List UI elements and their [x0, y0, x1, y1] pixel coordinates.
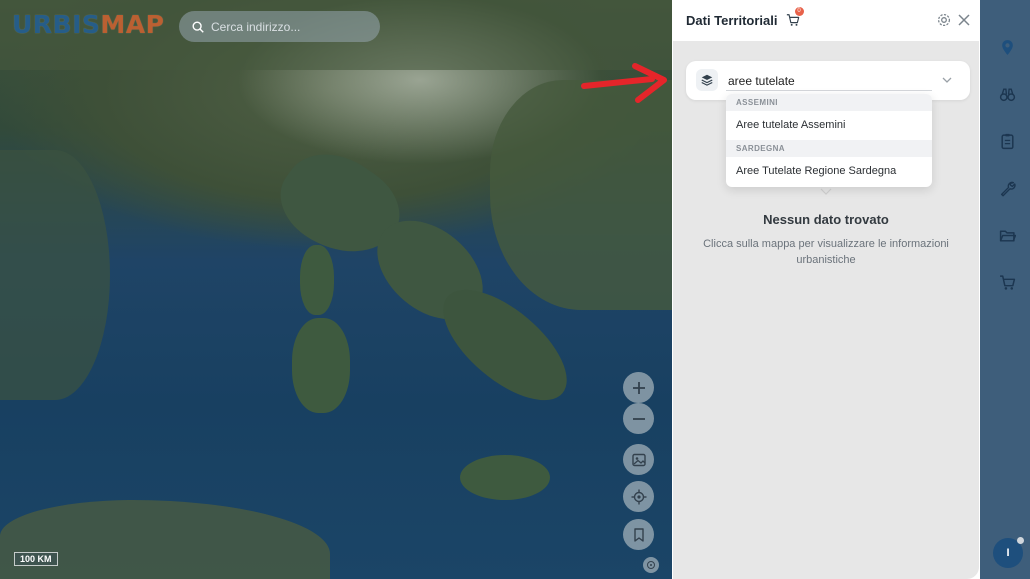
zoom-out-button[interactable] — [623, 403, 654, 434]
empty-state-title: Nessun dato trovato — [763, 212, 889, 227]
map-land-sardinia — [292, 318, 350, 413]
rail-item-explore[interactable] — [998, 85, 1016, 103]
bookmark-icon — [633, 527, 644, 542]
map-land-corsica — [300, 245, 334, 315]
status-dot — [1017, 537, 1024, 544]
layers-button[interactable] — [696, 69, 718, 91]
locate-button[interactable] — [623, 481, 654, 512]
zoom-in-button[interactable] — [623, 372, 654, 403]
gear-icon[interactable] — [936, 12, 952, 28]
cart-icon — [999, 274, 1015, 290]
dropdown-option[interactable]: Aree Tutelate Regione Sardegna — [726, 157, 932, 186]
rail-item-folders[interactable] — [998, 226, 1016, 244]
binoculars-icon — [999, 87, 1015, 101]
map-land-sicily — [460, 455, 550, 500]
rail-item-location[interactable] — [998, 38, 1016, 56]
close-icon[interactable] — [956, 12, 972, 28]
rail-item-tools[interactable] — [998, 179, 1016, 197]
target-icon — [647, 561, 655, 569]
wrench-icon — [1000, 181, 1016, 196]
image-icon — [631, 453, 646, 466]
crosshair-icon — [631, 489, 646, 504]
rail-item-documents[interactable] — [998, 132, 1016, 150]
map-land-west — [0, 150, 110, 400]
bookmark-button[interactable] — [623, 519, 654, 550]
plus-icon — [632, 381, 645, 394]
basemap-button[interactable] — [623, 444, 654, 475]
map-scale-bar: 100 KM — [14, 552, 58, 566]
layer-dropdown: ASSEMINI Aree tutelate Assemini SARDEGNA… — [726, 94, 932, 187]
map-land-balkans — [490, 80, 672, 310]
location-pin-icon — [1001, 39, 1013, 55]
search-placeholder: Cerca indirizzo... — [211, 19, 301, 34]
annotation-arrow — [581, 63, 667, 103]
panel-title: Dati Territoriali — [686, 13, 778, 28]
dropdown-group-header: ASSEMINI — [726, 94, 932, 111]
empty-state-description: Clicca sulla mappa per visualizzare le i… — [703, 238, 949, 266]
address-search-input[interactable]: Cerca indirizzo... — [179, 11, 380, 42]
layers-icon — [701, 74, 713, 86]
minus-icon — [632, 417, 645, 420]
cart-button[interactable]: 0 — [786, 6, 804, 29]
panel-header: Dati Territoriali 0 — [673, 0, 979, 41]
app-logo: URBISMAP — [12, 10, 165, 39]
rail-item-cart[interactable] — [998, 273, 1016, 291]
chevron-down-icon[interactable] — [941, 74, 953, 86]
map-land-africa — [0, 500, 330, 579]
map-info-button[interactable] — [643, 557, 659, 573]
dropdown-option[interactable]: Aree tutelate Assemini — [726, 111, 932, 140]
map-canvas[interactable]: URBISMAP Cerca indirizzo... 100 KM — [0, 0, 672, 579]
folder-icon — [999, 230, 1016, 242]
territorial-data-panel: Dati Territoriali 0 ASSEMINI Aree tutela… — [673, 0, 979, 579]
layer-search-input[interactable] — [728, 73, 931, 89]
map-pin-icon — [820, 188, 832, 195]
select-underline — [726, 90, 932, 91]
right-nav-rail: I — [980, 0, 1030, 579]
document-icon — [1000, 133, 1014, 149]
dropdown-group-header: SARDEGNA — [726, 140, 932, 157]
cart-count-badge: 0 — [794, 6, 804, 16]
search-icon — [192, 20, 204, 33]
